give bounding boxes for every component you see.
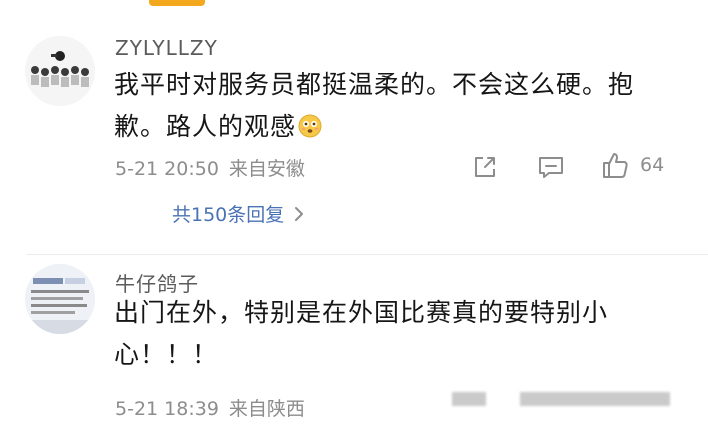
avatar[interactable] xyxy=(25,264,95,334)
flushed-face-emoji-icon xyxy=(298,114,322,138)
blurred-placeholder xyxy=(520,392,670,406)
comment-date: 5-21 18:39 xyxy=(115,398,219,420)
comment-item: ZYLYLLZY 我平时对服务员都挺温柔的。不会这么硬。抱 歉。路人的观感 5-… xyxy=(0,22,708,254)
view-replies-link[interactable]: 共150条回复 xyxy=(172,200,304,227)
comment-text-fragment: 歉。路人的观感 xyxy=(114,112,297,141)
comment-meta: 5-21 20:50 来自安徽 xyxy=(115,154,305,181)
share-icon xyxy=(475,157,495,177)
avatar-banner-photo-icon xyxy=(25,264,95,334)
comment-text-line: 我平时对服务员都挺温柔的。不会这么硬。抱 xyxy=(114,70,635,99)
avatar-group-photo-icon xyxy=(25,36,95,106)
comment-text: 出门在外，特别是在外国比赛真的要特别小 心！！！ xyxy=(114,292,608,376)
comment-divider xyxy=(26,254,708,255)
comment-text-line: 心！！！ xyxy=(114,340,219,369)
comment-item: 牛仔鸽子 出门在外，特别是在外国比赛真的要特别小 心！！！ 5-21 18:39… xyxy=(0,256,708,438)
thumbs-up-icon xyxy=(603,153,628,178)
reply-button[interactable] xyxy=(537,154,565,180)
comment-location: 来自安徽 xyxy=(228,158,305,180)
comment-text-line: 出门在外，特别是在外国比赛真的要特别小 xyxy=(114,298,609,327)
comment-date: 5-21 20:50 xyxy=(115,158,219,180)
share-button[interactable] xyxy=(472,154,498,180)
like-button[interactable]: 64 xyxy=(600,150,664,180)
username[interactable]: ZYLYLLZY xyxy=(115,36,218,60)
replies-count-label: 共150条回复 xyxy=(172,204,285,226)
chevron-right-icon xyxy=(295,206,304,221)
like-count: 64 xyxy=(640,154,665,176)
avatar[interactable] xyxy=(25,36,95,106)
active-tab-indicator xyxy=(149,0,205,6)
comment-icon xyxy=(539,157,563,178)
comment-feed: ZYLYLLZY 我平时对服务员都挺温柔的。不会这么硬。抱 歉。路人的观感 5-… xyxy=(0,0,708,438)
blurred-placeholder xyxy=(452,392,486,406)
blurred-actions-placeholder[interactable] xyxy=(520,392,670,406)
blurred-share-icon[interactable] xyxy=(452,392,486,406)
comment-text-line: 歉。路人的观感 xyxy=(114,106,634,148)
comment-text: 我平时对服务员都挺温柔的。不会这么硬。抱 歉。路人的观感 xyxy=(114,64,634,148)
comment-meta: 5-21 18:39 来自陕西 xyxy=(115,394,305,421)
comment-location: 来自陕西 xyxy=(228,398,305,420)
